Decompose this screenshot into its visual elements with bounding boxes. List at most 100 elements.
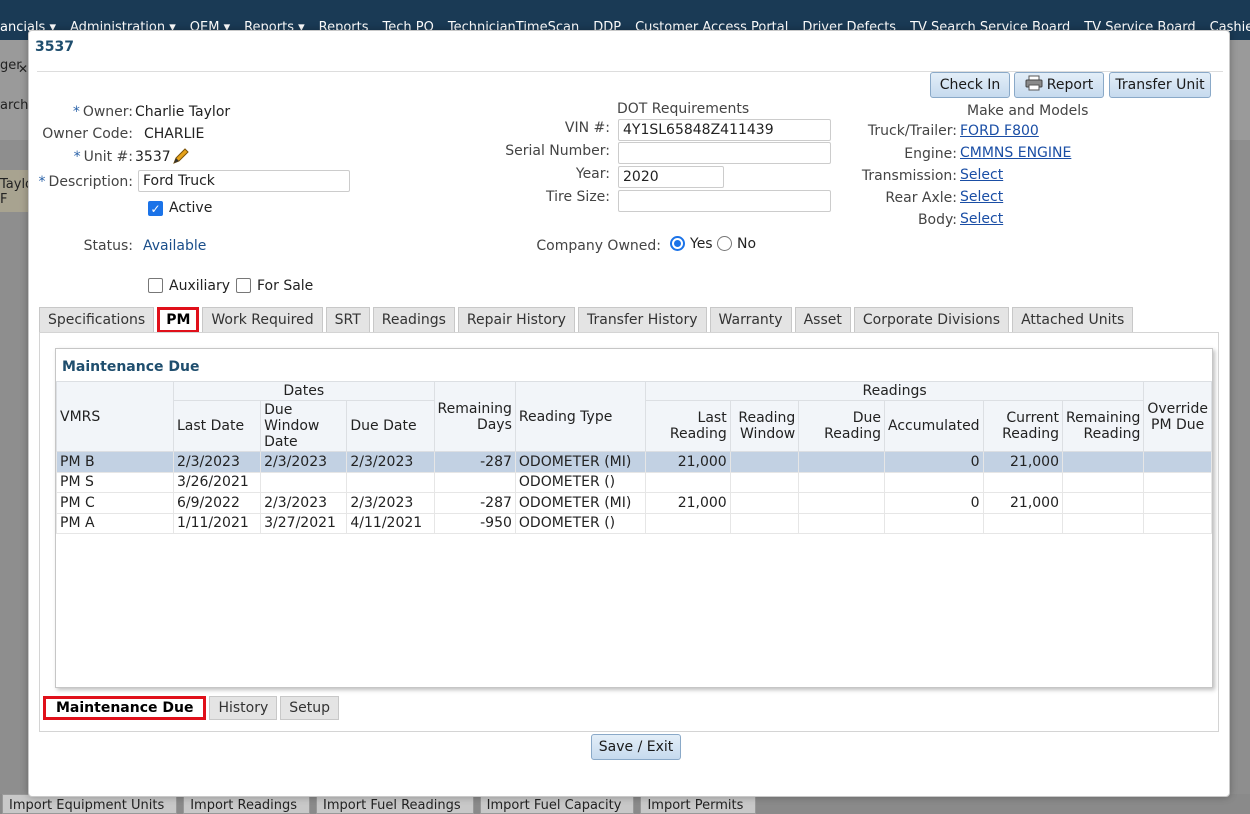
col-remaining-reading[interactable]: Remaining Reading <box>1061 400 1145 452</box>
table-cell <box>1143 471 1212 493</box>
company-owned-yes-radio[interactable] <box>670 236 685 251</box>
table-cell <box>346 471 435 493</box>
col-remaining-days[interactable]: Remaining Days <box>433 381 516 452</box>
grid-title: Maintenance Due <box>62 359 200 375</box>
maintenance-table: VMRS Dates Remaining Days Reading Type R… <box>56 381 1212 534</box>
pm-panel: Maintenance Due VMRS Dates Remaining Day… <box>39 332 1219 732</box>
col-last-reading[interactable]: Last Reading <box>644 400 731 452</box>
col-due-date[interactable]: Due Date <box>346 400 435 452</box>
group-readings: Readings <box>644 381 1145 401</box>
col-override-pm-due[interactable]: Override PM Due <box>1143 381 1212 452</box>
tab-srt[interactable]: SRT <box>325 307 370 333</box>
printer-icon <box>1025 75 1043 95</box>
table-cell: ODOMETER (MI) <box>514 492 646 514</box>
table-cell: 21,000 <box>982 451 1064 473</box>
required-marker: * <box>72 104 80 120</box>
description-label-wrap: * Description: <box>29 174 133 190</box>
active-checkbox[interactable]: ✓ <box>148 201 163 216</box>
tab-specifications[interactable]: Specifications <box>39 307 155 333</box>
table-cell <box>1143 512 1212 534</box>
serial-number-label: Serial Number: <box>505 143 610 159</box>
dot-requirements-heading: DOT Requirements <box>617 101 750 117</box>
col-last-date[interactable]: Last Date <box>172 400 262 452</box>
auxiliary-checkbox[interactable] <box>148 278 163 293</box>
tab-warranty[interactable]: Warranty <box>709 307 792 333</box>
transfer-unit-button[interactable]: Transfer Unit <box>1109 72 1211 98</box>
description-input[interactable]: Ford Truck <box>138 170 350 192</box>
body-select-link[interactable]: Select <box>960 211 1003 227</box>
table-cell <box>729 512 800 534</box>
company-owned-no-radio[interactable] <box>717 236 732 251</box>
bottom-tab-maintenance-due[interactable]: Maintenance Due <box>43 696 207 720</box>
body-label: Body: <box>917 212 957 228</box>
tab-repair-history[interactable]: Repair History <box>457 307 575 333</box>
save-exit-button[interactable]: Save / Exit <box>591 734 681 760</box>
table-cell: ODOMETER (MI) <box>514 451 646 473</box>
vin-input[interactable]: 4Y1SL65848Z411439 <box>618 119 831 141</box>
bg-import-button: Import Equipment Units <box>2 794 178 814</box>
vin-label: VIN #: <box>564 120 610 136</box>
tab-pm[interactable]: PM <box>157 307 200 333</box>
truck-trailer-link[interactable]: FORD F800 <box>960 123 1039 139</box>
unit-tabs: Specifications PM Work Required SRT Readings… <box>39 307 1134 333</box>
tab-asset[interactable]: Asset <box>794 307 851 333</box>
tab-work-required[interactable]: Work Required <box>202 307 323 333</box>
table-cell <box>1061 451 1145 473</box>
unit-label: Unit #: <box>83 149 133 165</box>
required-marker: * <box>38 174 46 190</box>
col-due-reading[interactable]: Due Reading <box>798 400 885 452</box>
bottom-tab-setup[interactable]: Setup <box>280 696 340 720</box>
col-reading-type[interactable]: Reading Type <box>514 381 646 452</box>
engine-link[interactable]: CMMNS ENGINE <box>960 145 1071 161</box>
col-due-window-date[interactable]: Due Window Date <box>260 400 348 452</box>
table-cell <box>1061 492 1145 514</box>
for-sale-checkbox[interactable] <box>236 278 251 293</box>
table-cell: 3/27/2021 <box>260 512 348 534</box>
col-current-reading[interactable]: Current Reading <box>982 400 1064 452</box>
bg-import-button: Import Fuel Readings <box>316 794 474 814</box>
col-reading-window[interactable]: Reading Window <box>729 400 800 452</box>
table-row[interactable]: PM B 2/3/2023 2/3/2023 2/3/2023 -287 ODOMETER… <box>56 451 1212 473</box>
tab-attached-units[interactable]: Attached Units <box>1012 307 1134 333</box>
table-cell <box>884 512 984 534</box>
transmission-select-link[interactable]: Select <box>960 167 1003 183</box>
owner-label-wrap: * Owner: <box>29 104 133 120</box>
table-cell: PM A <box>56 512 174 534</box>
tab-readings[interactable]: Readings <box>372 307 455 333</box>
col-vmrs[interactable]: VMRS <box>56 381 174 452</box>
table-cell: 21,000 <box>644 492 731 514</box>
rear-axle-select-link[interactable]: Select <box>960 189 1003 205</box>
check-in-button[interactable]: Check In <box>930 72 1010 98</box>
bottom-tab-history[interactable]: History <box>209 696 278 720</box>
year-label: Year: <box>575 166 610 182</box>
table-cell: 0 <box>884 492 984 514</box>
tab-transfer-history[interactable]: Transfer History <box>577 307 707 333</box>
table-cell <box>729 471 800 493</box>
table-cell: ODOMETER () <box>514 512 646 534</box>
serial-number-input[interactable] <box>618 142 831 164</box>
table-row[interactable]: PM A 1/11/2021 3/27/2021 4/11/2021 -950 ODOME… <box>56 512 1212 534</box>
owner-code-label: Owner Code: <box>42 126 133 142</box>
owner-value: Charlie Taylor <box>135 104 231 120</box>
rear-axle-label: Rear Axle: <box>885 190 957 206</box>
table-cell: 2/3/2023 <box>260 451 348 473</box>
status-label: Status: <box>83 238 133 254</box>
col-accumulated[interactable]: Accumulated <box>884 400 984 452</box>
edit-pencil-icon[interactable] <box>171 146 191 170</box>
tire-size-input[interactable] <box>618 190 831 212</box>
year-input[interactable]: 2020 <box>618 166 724 188</box>
report-button[interactable]: Report <box>1014 72 1104 98</box>
pm-bottom-tabs: Maintenance Due History Setup <box>43 696 340 720</box>
table-row[interactable]: PM S 3/26/2021 ODOMETER () <box>56 471 1212 493</box>
table-cell <box>982 471 1064 493</box>
bg-import-button: Import Readings <box>183 794 311 814</box>
table-cell <box>798 451 885 473</box>
tab-corporate-divisions[interactable]: Corporate Divisions <box>853 307 1010 333</box>
table-row[interactable]: PM C 6/9/2022 2/3/2023 2/3/2023 -287 ODOMETER… <box>56 492 1212 514</box>
table-cell: 3/26/2021 <box>172 471 262 493</box>
transfer-unit-label: Transfer Unit <box>1115 77 1205 93</box>
company-owned-label: Company Owned: <box>536 238 661 254</box>
table-cell: 0 <box>884 451 984 473</box>
transmission-label: Transmission: <box>861 168 957 184</box>
bg-search-label: arch <box>0 98 29 113</box>
